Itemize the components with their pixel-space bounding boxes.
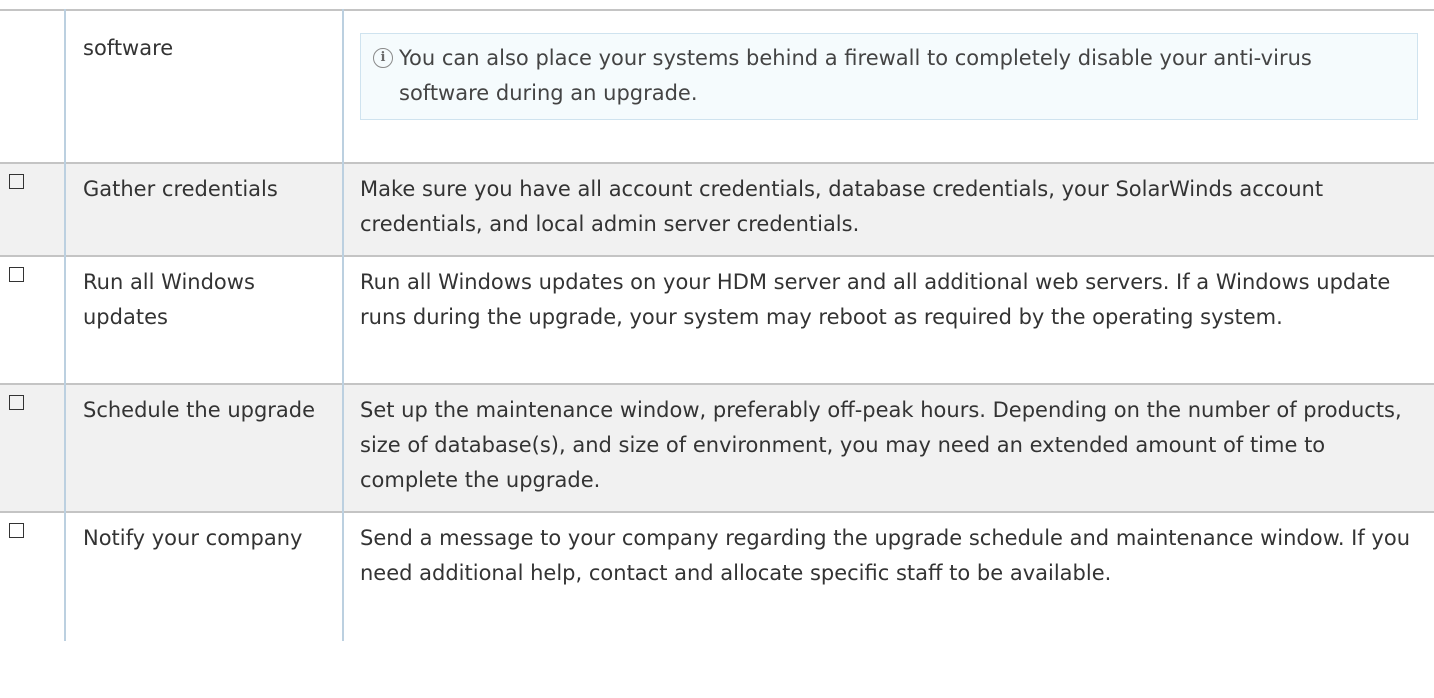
- checkbox-cell: [0, 255, 66, 384]
- checkbox-cell: [0, 383, 66, 512]
- info-note-text: You can also place your systems behind a…: [399, 46, 1312, 105]
- description-cell: Run all Windows updates on your HDM serv…: [343, 255, 1434, 384]
- schedule-upgrade-checkbox[interactable]: [9, 395, 24, 410]
- upgrade-checklist-table: software i You can also place your syste…: [0, 9, 1434, 641]
- checkbox-cell: [0, 511, 66, 641]
- checkbox-cell: [0, 162, 66, 256]
- description-cell: Set up the maintenance window, preferabl…: [343, 383, 1434, 512]
- info-icon: i: [373, 48, 393, 68]
- table-row: software i You can also place your syste…: [0, 9, 1434, 163]
- task-cell: Run all Windows updates: [65, 255, 344, 384]
- description-cell: Send a message to your company regarding…: [343, 511, 1434, 641]
- task-cell: Schedule the upgrade: [65, 383, 344, 512]
- checklist-page: software i You can also place your syste…: [0, 0, 1434, 698]
- notify-company-checkbox[interactable]: [9, 523, 24, 538]
- task-cell: Notify your company: [65, 511, 344, 641]
- gather-credentials-checkbox[interactable]: [9, 174, 24, 189]
- run-windows-updates-checkbox[interactable]: [9, 267, 24, 282]
- task-cell: Gather credentials: [65, 162, 344, 256]
- table-row: Run all Windows updates Run all Windows …: [0, 255, 1434, 384]
- table-row: Schedule the upgrade Set up the maintena…: [0, 383, 1434, 512]
- description-cell: i You can also place your systems behind…: [343, 9, 1434, 163]
- table-row: Gather credentials Make sure you have al…: [0, 162, 1434, 256]
- checkbox-cell: [0, 9, 66, 163]
- task-cell: software: [65, 9, 344, 163]
- info-note: i You can also place your systems behind…: [360, 33, 1418, 120]
- table-row: Notify your company Send a message to yo…: [0, 511, 1434, 641]
- description-cell: Make sure you have all account credentia…: [343, 162, 1434, 256]
